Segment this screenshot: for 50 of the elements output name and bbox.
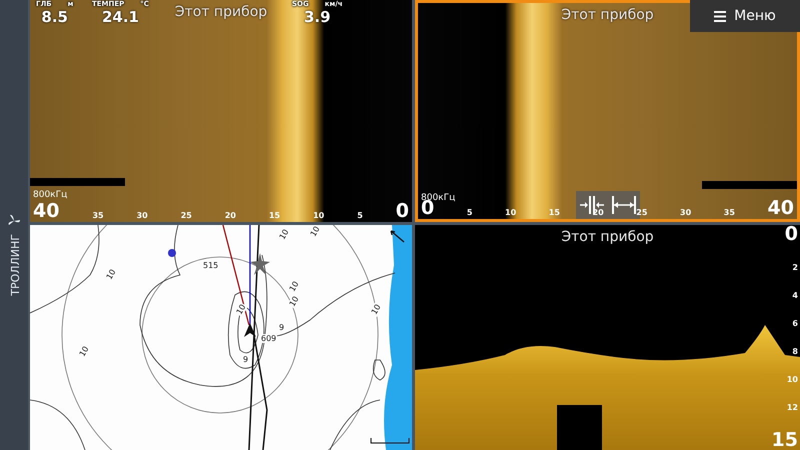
range-label: 10 <box>505 208 516 219</box>
depth-label: 12 <box>786 403 798 412</box>
depth-label: 2 <box>792 263 798 272</box>
map-depth-label: 9 <box>278 323 286 332</box>
mode-label: ТРОЛЛИНГ <box>8 234 20 296</box>
range-label: 10 <box>313 211 324 222</box>
scale-bar <box>370 438 410 444</box>
range-label: 20 <box>224 211 236 222</box>
star-icon <box>250 253 270 275</box>
data-field-value: 24.1 <box>102 8 139 26</box>
frequency-label: 800кГц <box>33 190 68 200</box>
range-label: 40 <box>33 200 60 222</box>
menu-button[interactable]: Меню <box>690 0 800 32</box>
depth-label: 8 <box>792 347 798 356</box>
data-field-value: 3.9 <box>304 8 331 26</box>
map-depth-label: 515 <box>202 261 220 270</box>
range-label: 15 <box>268 211 280 222</box>
map-depth-label: 609 <box>260 334 278 343</box>
range-label: 25 <box>180 211 192 222</box>
data-field-value: 8.5 <box>41 8 68 26</box>
source-label: Этот прибор <box>561 229 654 245</box>
display-pane[interactable]: 10 10 10 10 10 10 10 10 9 9 515 609 <box>30 225 412 450</box>
boat-icon <box>244 323 256 337</box>
range-label: 5 <box>357 211 363 222</box>
menu-icon <box>714 10 726 22</box>
waypoint-icon <box>168 249 176 257</box>
range-label: 35 <box>92 211 104 222</box>
sonar-shadow-block <box>557 405 602 450</box>
source-label: Этот прибор <box>174 4 268 20</box>
depth-label: 4 <box>792 291 798 300</box>
range-label: 0 <box>396 200 409 222</box>
map-depth-label: 9 <box>242 355 250 364</box>
depth-label: 6 <box>792 319 798 328</box>
zoom-in-range-icon <box>579 194 605 216</box>
depth-label: 10 <box>786 375 798 384</box>
zoom-out-range-icon <box>611 194 637 216</box>
range-label: 40 <box>768 197 794 219</box>
range-label: 35 <box>724 208 735 219</box>
display-pane[interactable]: Этот прибор 0 2 4 6 8 10 12 15 <box>415 225 800 450</box>
range-label: 5 <box>466 208 472 219</box>
frequency-label: 800кГц <box>421 193 456 203</box>
range-label: 25 <box>636 208 648 219</box>
range-label: 30 <box>680 208 692 219</box>
depth-label: 0 <box>784 225 798 244</box>
trolling-mode-button[interactable]: ТРОЛЛИНГ <box>7 154 21 296</box>
range-label: 15 <box>548 208 560 219</box>
range-label: 30 <box>136 211 148 222</box>
source-label: Этот прибор <box>561 7 654 23</box>
north-arrow-icon <box>390 230 406 244</box>
depth-label: 15 <box>772 431 798 450</box>
